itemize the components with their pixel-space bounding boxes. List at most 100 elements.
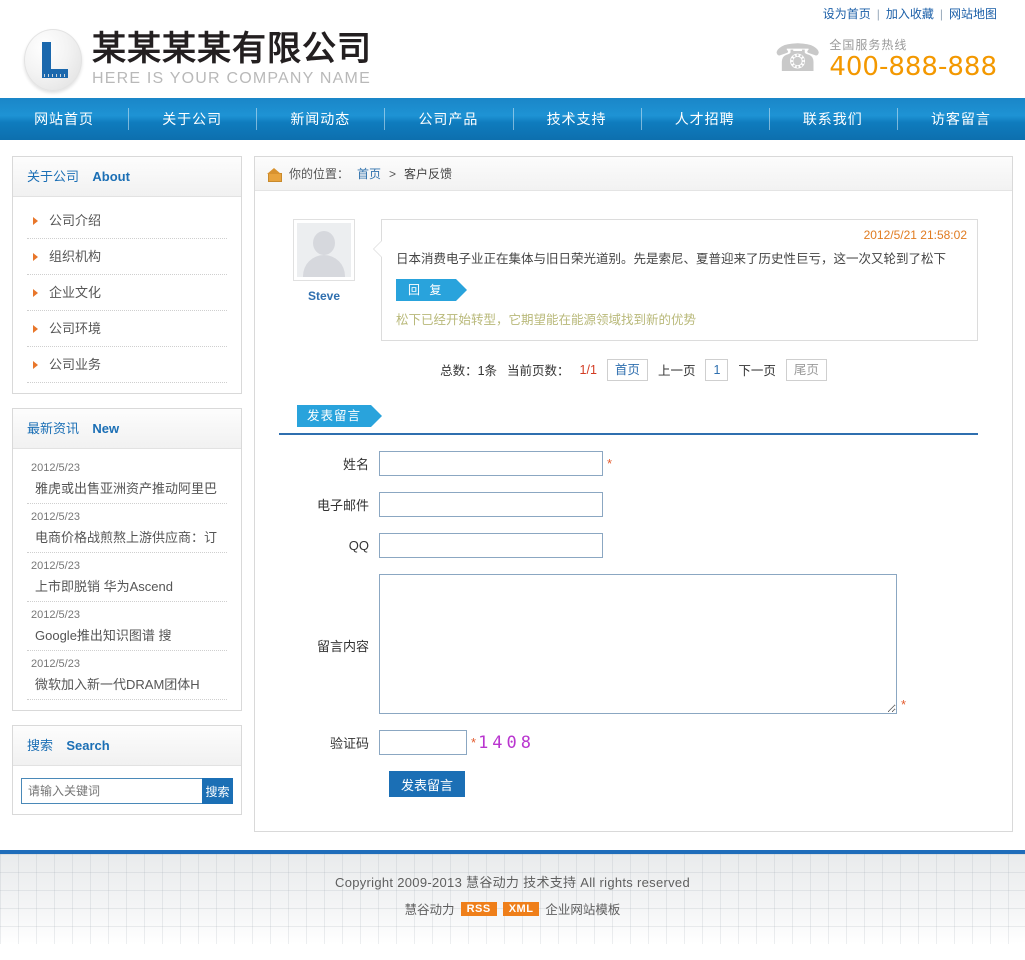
sidebar-panel-search: 搜索 Search 搜索: [12, 725, 242, 815]
footer-links-row: 慧谷动力 RSS XML 企业网站模板: [0, 899, 1025, 918]
sidebar-about-title-cn: 关于公司: [27, 169, 79, 184]
captcha-field[interactable]: [379, 730, 467, 755]
name-required-marker: *: [607, 456, 612, 471]
avatar: [293, 219, 355, 281]
sidebar-item-company-intro[interactable]: 公司介绍: [27, 203, 227, 239]
logo[interactable]: 某某某某有限公司 HERE IS YOUR COMPANY NAME: [24, 29, 372, 91]
submit-message-button[interactable]: 发表留言: [389, 771, 465, 797]
pagination-last-button[interactable]: 尾页: [786, 359, 827, 381]
pagination-next-button[interactable]: 下一页: [738, 360, 776, 379]
sidebar-about-header: 关于公司 About: [13, 157, 241, 197]
sidebar: 关于公司 About 公司介绍 组织机构 企业文化 公司环境 公司业务 最新资讯…: [12, 156, 242, 829]
message-bubble: 2012/5/21 21:58:02 日本消费电子业正在集体与旧日荣光道别。先是…: [381, 219, 978, 341]
news-title[interactable]: Google推出知识图谱 搜: [27, 625, 227, 644]
set-homepage-link[interactable]: 设为首页: [823, 5, 871, 22]
nav-item-support[interactable]: 技术支持: [513, 98, 641, 140]
pagination-first-button[interactable]: 首页: [607, 359, 648, 381]
sitemap-link[interactable]: 网站地图: [949, 5, 997, 22]
page-root: 设为首页 | 加入收藏 | 网站地图 某某某某有限公司 HERE IS YOUR…: [0, 0, 1025, 944]
company-name-cn: 某某某某有限公司: [92, 32, 372, 68]
footer-brand[interactable]: 慧谷动力: [405, 899, 455, 918]
list-item[interactable]: 2012/5/23 雅虎或出售亚洲资产推动阿里巴: [27, 455, 227, 504]
news-date: 2012/5/23: [27, 557, 227, 576]
phone-icon: ☎: [774, 40, 821, 78]
nav-item-about[interactable]: 关于公司: [128, 98, 256, 140]
sidebar-item-culture[interactable]: 企业文化: [27, 275, 227, 311]
nav-item-guestbook[interactable]: 访客留言: [897, 98, 1025, 140]
content-required-marker: *: [901, 697, 906, 712]
list-item[interactable]: 2012/5/23 电商价格战煎熬上游供应商：订: [27, 504, 227, 553]
news-title[interactable]: 微软加入新一代DRAM团体H: [27, 674, 227, 693]
captcha-image[interactable]: 1408: [478, 733, 535, 753]
rss-badge[interactable]: RSS: [461, 902, 497, 916]
news-date: 2012/5/23: [27, 655, 227, 674]
message-text: 日本消费电子业正在集体与旧日荣光道别。先是索尼、夏普迎来了历史性巨亏，这一次又轮…: [382, 242, 977, 279]
name-field[interactable]: [379, 451, 603, 476]
news-date: 2012/5/23: [27, 459, 227, 478]
sidebar-item-organization[interactable]: 组织机构: [27, 239, 227, 275]
breadcrumb-divider: >: [389, 157, 396, 191]
footer-copyright: Copyright 2009-2013 慧谷动力 技术支持 All rights…: [0, 872, 1025, 891]
reply-text: 松下已经开始转型，它期望能在能源领域找到新的优势: [382, 301, 977, 340]
pagination-current-label: 当前页数：: [507, 360, 570, 379]
qq-label: QQ: [279, 538, 379, 553]
hotline-label: 全国服务热线: [829, 36, 997, 53]
main-panel: 你的位置： 首页 > 客户反馈 Steve 2012/5/: [254, 156, 1013, 832]
breadcrumb-home-link[interactable]: 首页: [357, 157, 381, 191]
list-item[interactable]: 2012/5/23 Google推出知识图谱 搜: [27, 602, 227, 651]
sidebar-news-header: 最新资讯 New: [13, 409, 241, 449]
news-date: 2012/5/23: [27, 606, 227, 625]
captcha-required-marker: *: [471, 735, 476, 750]
sidebar-item-environment[interactable]: 公司环境: [27, 311, 227, 347]
avatar-placeholder-icon: [297, 223, 351, 277]
form-row-content: 留言内容 *: [279, 574, 978, 714]
search-row: 搜索: [21, 778, 233, 804]
sidebar-news-title-en: New: [92, 421, 119, 436]
add-favorite-link[interactable]: 加入收藏: [886, 5, 934, 22]
message-entry: Steve 2012/5/21 21:58:02 日本消费电子业正在集体与旧日荣…: [255, 191, 1012, 341]
sidebar-search-title-cn: 搜索: [27, 738, 53, 753]
form-row-name: 姓名 *: [279, 451, 978, 476]
message-content-textarea[interactable]: [379, 574, 897, 714]
nav-item-home[interactable]: 网站首页: [0, 98, 128, 140]
hotline-block: ☎ 全国服务热线 400-888-888: [774, 36, 997, 83]
name-label: 姓名: [279, 454, 379, 473]
sidebar-news-body: 2012/5/23 雅虎或出售亚洲资产推动阿里巴 2012/5/23 电商价格战…: [13, 449, 241, 710]
sidebar-item-business[interactable]: 公司业务: [27, 347, 227, 383]
nav-item-news[interactable]: 新闻动态: [256, 98, 384, 140]
qq-field[interactable]: [379, 533, 603, 558]
logo-text: 某某某某有限公司 HERE IS YOUR COMPANY NAME: [92, 32, 372, 88]
breadcrumb: 你的位置： 首页 > 客户反馈: [255, 157, 1012, 191]
form-row-captcha: 验证码 * 1408: [279, 730, 978, 755]
hotline-number: 400-888-888: [829, 53, 997, 83]
pagination-page-1[interactable]: 1: [705, 359, 728, 381]
news-title[interactable]: 雅虎或出售亚洲资产推动阿里巴: [27, 478, 227, 497]
xml-badge[interactable]: XML: [503, 902, 540, 916]
pagination-current-value: 1/1: [580, 363, 597, 377]
search-button[interactable]: 搜索: [202, 778, 233, 804]
avatar-head: [313, 231, 335, 255]
pagination-prev-button[interactable]: 上一页: [658, 360, 696, 379]
content-area: 关于公司 About 公司介绍 组织机构 企业文化 公司环境 公司业务 最新资讯…: [0, 140, 1025, 832]
search-input[interactable]: [21, 778, 202, 804]
guestbook-form: 发表留言 姓名 * 电子邮件 QQ 留言内容: [255, 391, 1012, 831]
footer-suffix: 企业网站模板: [545, 899, 620, 918]
form-row-email: 电子邮件: [279, 492, 978, 517]
nav-item-contact[interactable]: 联系我们: [769, 98, 897, 140]
news-title[interactable]: 电商价格战煎熬上游供应商：订: [27, 527, 227, 546]
nav-item-products[interactable]: 公司产品: [384, 98, 512, 140]
logo-mark-icon: [24, 29, 82, 91]
sidebar-panel-news: 最新资讯 New 2012/5/23 雅虎或出售亚洲资产推动阿里巴 2012/5…: [12, 408, 242, 711]
nav-item-jobs[interactable]: 人才招聘: [641, 98, 769, 140]
reply-badge: 回 复: [396, 279, 456, 301]
list-item[interactable]: 2012/5/23 微软加入新一代DRAM团体H: [27, 651, 227, 700]
pagination-total: 总数：1条: [440, 360, 497, 379]
breadcrumb-current: 客户反馈: [404, 157, 452, 191]
logo-dots: [44, 74, 66, 77]
list-item[interactable]: 2012/5/23 上市即脱销 华为Ascend: [27, 553, 227, 602]
avatar-body: [303, 255, 345, 277]
news-title[interactable]: 上市即脱销 华为Ascend: [27, 576, 227, 595]
email-field[interactable]: [379, 492, 603, 517]
topbar-separator-1: |: [877, 7, 880, 21]
sidebar-about-title-en: About: [92, 169, 130, 184]
